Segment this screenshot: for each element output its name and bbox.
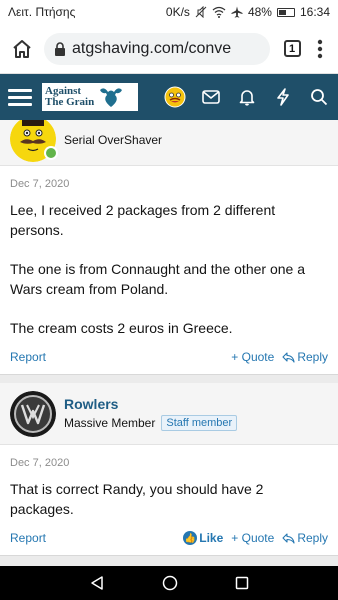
post-user-header: Serial OverShaver (0, 120, 338, 166)
user-title: Serial OverShaver (64, 133, 163, 147)
clock: 16:34 (299, 5, 330, 19)
post-date[interactable]: Dec 7, 2020 (0, 166, 338, 190)
status-bar: Λειτ. Πτήσης 0K/s 48% 16:34 (0, 0, 338, 24)
browser-menu-button[interactable] (308, 33, 332, 65)
quote-link[interactable]: + Quote (231, 531, 274, 545)
user-title: Massive Member (64, 416, 156, 430)
battery-icon (276, 7, 295, 17)
online-status-indicator (44, 145, 58, 160)
back-icon[interactable] (89, 575, 105, 591)
recents-icon[interactable] (235, 576, 249, 590)
user-info: Serial OverShaver (64, 130, 162, 147)
battery-percent: 48% (247, 5, 272, 19)
avatar[interactable] (10, 120, 58, 162)
search-icon[interactable] (308, 86, 330, 108)
wifi-icon (212, 6, 226, 18)
vw-logo-avatar-icon (10, 390, 56, 437)
bolt-icon[interactable] (272, 86, 294, 108)
message-post: Serial OverShaver Dec 7, 2020 Lee, I rec… (0, 120, 338, 375)
post-body: That is correct Randy, you should have 2… (0, 469, 338, 519)
staff-badge: Staff member (161, 415, 238, 431)
report-link[interactable]: Report (10, 531, 46, 545)
home-circle-icon[interactable] (162, 575, 178, 591)
system-nav-bar (0, 566, 338, 600)
post-paragraph: Lee, I received 2 packages from 2 differ… (10, 202, 276, 238)
tab-switcher-button[interactable]: 1 (276, 33, 308, 65)
reply-link[interactable]: Reply (282, 531, 328, 545)
carrier-label: Λειτ. Πτήσης (8, 5, 76, 19)
logo-text: Against The Grain (45, 85, 95, 108)
header-icons (164, 86, 330, 108)
site-logo[interactable]: Against The Grain (42, 83, 138, 111)
username-link[interactable]: Rowlers (64, 396, 237, 412)
tab-count: 1 (283, 40, 301, 57)
post-paragraph: That is correct Randy, you should have 2… (10, 481, 264, 517)
avatar[interactable] (10, 390, 56, 437)
bell-icon[interactable] (236, 86, 258, 108)
like-button[interactable]: 👍 Like (183, 531, 223, 545)
network-speed: 0K/s (165, 5, 190, 19)
user-info: Rowlers Massive Member Staff member (64, 396, 238, 431)
lock-icon (55, 41, 65, 56)
browser-toolbar: atgshaving.com/conve 1 (0, 24, 338, 74)
site-header: Against The Grain (0, 74, 338, 120)
message-post: Rowlers Massive Member Staff member Dec … (0, 383, 338, 556)
post-user-header: Rowlers Massive Member Staff member (0, 383, 338, 445)
silent-icon (195, 6, 207, 18)
post-actions: Report + Quote Reply (0, 346, 338, 374)
beard-logo-icon (100, 88, 123, 107)
post-paragraph: The cream costs 2 euros in Greece. (10, 320, 233, 336)
reaction-icon[interactable] (164, 86, 186, 108)
thumbs-up-icon: 👍 (183, 531, 198, 545)
airplane-icon (231, 6, 243, 18)
inbox-icon[interactable] (200, 86, 222, 108)
status-indicators: 0K/s 48% 16:34 (166, 5, 330, 19)
post-actions: Report 👍 Like + Quote Reply (0, 527, 338, 555)
reply-link[interactable]: Reply (282, 350, 328, 364)
report-link[interactable]: Report (10, 350, 46, 364)
post-paragraph: The one is from Connaught and the other … (10, 261, 305, 297)
reply-icon (282, 351, 295, 363)
home-icon (13, 39, 31, 58)
menu-icon[interactable] (8, 85, 32, 109)
more-vert-icon (317, 39, 323, 58)
reply-icon (282, 532, 295, 544)
post-body: Lee, I received 2 packages from 2 differ… (0, 190, 338, 338)
thread-content: Serial OverShaver Dec 7, 2020 Lee, I rec… (0, 120, 338, 566)
url-text[interactable]: atgshaving.com/conve (72, 40, 231, 58)
quote-link[interactable]: + Quote (231, 350, 274, 364)
post-date[interactable]: Dec 7, 2020 (0, 445, 338, 469)
home-button[interactable] (6, 33, 38, 65)
address-bar[interactable]: atgshaving.com/conve (44, 32, 270, 65)
